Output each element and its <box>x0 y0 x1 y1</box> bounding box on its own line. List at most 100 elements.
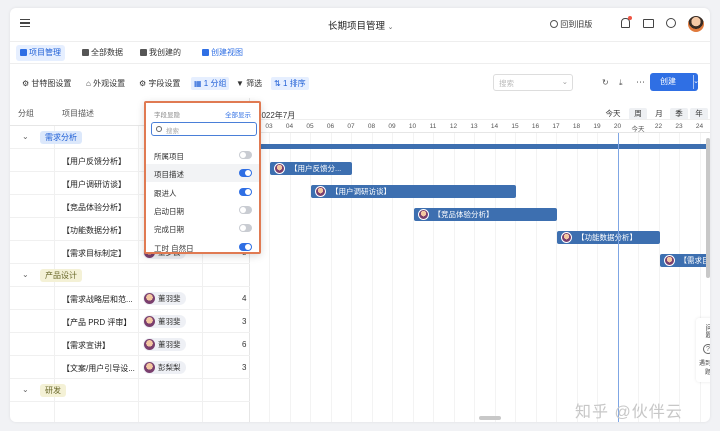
gantt-bar[interactable]: 【用户反馈分... <box>270 162 352 175</box>
group-summary-bar[interactable] <box>251 144 710 149</box>
gantt-day-label: 12 <box>449 123 458 130</box>
gantt-day-label: 18 <box>572 123 581 130</box>
assignee-chip[interactable]: 董羽斐 <box>143 292 186 305</box>
question-icon[interactable]: ? <box>703 344 710 354</box>
clock-icon <box>550 20 558 28</box>
row-hours: 6 <box>242 340 247 349</box>
field-row[interactable]: 项目描述 <box>146 164 259 183</box>
create-view-button[interactable]: 创建视图 <box>198 45 247 61</box>
avatar <box>144 339 155 350</box>
chevron-down-icon: ⌄ <box>561 77 568 86</box>
gantt-bar[interactable]: 【功能数据分析】 <box>557 231 660 244</box>
field-search-placeholder: 搜索 <box>166 128 179 135</box>
group-header[interactable]: ⌄ 研发 <box>10 379 250 402</box>
gantt-bar[interactable]: 【用户调研访谈】 <box>311 185 516 198</box>
tab-project-management[interactable]: 项目管理 <box>16 45 65 61</box>
field-label: 工时 自然日 <box>154 243 194 253</box>
view-tabs: 项目管理 全部数据 我创建的 创建视图 <box>10 42 710 64</box>
tab-my-created[interactable]: 我创建的 <box>136 45 185 61</box>
tab-label: 创建视图 <box>211 48 243 57</box>
help-label[interactable]: 遇到问题 <box>698 358 710 376</box>
vertical-scrollbar[interactable] <box>706 138 710 278</box>
grid-icon <box>140 49 147 56</box>
bar-label: 【用户反馈分... <box>290 164 342 173</box>
label: 筛选 <box>246 79 263 88</box>
refresh-icon[interactable]: ↻ <box>602 78 609 87</box>
gantt-grid-line <box>412 133 414 422</box>
palette-icon: ⌂ <box>86 79 91 88</box>
gantt-bar[interactable]: 【竞品体验分析】 <box>413 208 557 221</box>
row-hours: 3 <box>242 317 247 326</box>
sort-button[interactable]: ⇅ 1 排序 <box>271 77 309 90</box>
chevron-down-icon[interactable]: ⌄ <box>22 270 29 279</box>
search-input[interactable]: 搜索 ⌄ <box>493 74 573 91</box>
user-avatar[interactable] <box>688 16 704 32</box>
group-button[interactable]: ▦ 1 分组 <box>191 77 230 90</box>
row-name: 【需求目标制定】 <box>62 249 126 258</box>
assignee-name: 董羽斐 <box>158 294 181 303</box>
table-row[interactable]: 【产品 PRD 评审】 董羽斐 3 <box>10 310 250 333</box>
table-row[interactable]: 【需求宣讲】 董羽斐 6 <box>10 333 250 356</box>
feedback-button[interactable]: 问题 <box>703 324 710 338</box>
field-row[interactable]: 跟进人 <box>146 183 259 201</box>
show-all-button[interactable]: 全部显示 <box>225 109 251 119</box>
assignee-chip[interactable]: 董羽斐 <box>143 338 186 351</box>
field-row[interactable]: 所属项目 <box>146 146 259 164</box>
assignee-chip[interactable]: 彭梨梨 <box>143 361 186 374</box>
visibility-toggle[interactable] <box>239 205 252 214</box>
field-search-input[interactable]: 搜索 <box>151 122 257 136</box>
visibility-toggle[interactable] <box>239 242 252 251</box>
field-settings-button[interactable]: ⚙ 字段设置 <box>139 78 180 89</box>
filter-button[interactable]: ▼ 筛选 <box>236 78 262 89</box>
tab-label: 我创建的 <box>149 48 181 57</box>
menu-icon[interactable] <box>20 19 30 28</box>
field-row[interactable]: 工时 自然日 <box>146 238 259 256</box>
tab-label: 全部数据 <box>91 48 123 57</box>
watermark-text: 知乎 @伙伴云 <box>575 404 683 421</box>
group-tag: 研发 <box>40 384 66 397</box>
compass-icon[interactable] <box>666 18 676 28</box>
table-row[interactable]: 【文案/用户引导设... 彭梨梨 3 <box>10 356 250 379</box>
gantt-day-label: 22 <box>654 123 663 130</box>
table-row[interactable]: 【需求战略层和范... 董羽斐 4 <box>10 287 250 310</box>
side-help-panel: 问题 ? 遇到问题 <box>696 318 710 382</box>
create-button[interactable]: 创建 ⌄ <box>650 73 699 91</box>
gantt-day-label: 20 <box>613 123 622 130</box>
inbox-icon[interactable] <box>643 19 654 28</box>
visibility-toggle[interactable] <box>239 151 252 159</box>
label: 1 排序 <box>282 79 306 88</box>
app-window: 长期项目管理 ⌄ 回到旧版 项目管理 全部数据 我创建的 创建视图 ⚙ 甘特图设… <box>10 8 710 422</box>
row-name: 【功能数据分析】 <box>62 226 126 235</box>
appearance-settings-button[interactable]: ⌂ 外观设置 <box>86 78 125 89</box>
visibility-toggle[interactable] <box>239 169 252 178</box>
back-to-old-button[interactable]: 回到旧版 <box>550 19 592 30</box>
gantt-grid-line <box>494 133 496 422</box>
chevron-down-icon[interactable]: ⌄ <box>22 385 29 394</box>
more-icon[interactable]: ⋯ <box>636 77 645 88</box>
tab-all-data[interactable]: 全部数据 <box>78 45 127 61</box>
gantt-settings-button[interactable]: ⚙ 甘特图设置 <box>22 78 71 89</box>
tab-label: 项目管理 <box>29 48 61 57</box>
visibility-toggle[interactable] <box>239 187 252 196</box>
field-label: 所属项目 <box>154 152 184 161</box>
chevron-down-icon[interactable]: ⌄ <box>22 132 29 141</box>
group-header[interactable]: ⌄ 产品设计 <box>10 264 250 287</box>
field-row[interactable]: 完成日期 <box>146 219 259 237</box>
download-icon[interactable]: ⤓ <box>619 78 623 88</box>
gantt-day-label: 24 <box>695 123 704 130</box>
page-title[interactable]: 长期项目管理 ⌄ <box>328 18 394 32</box>
avatar <box>274 163 285 174</box>
assignee-chip[interactable]: 董羽斐 <box>143 315 186 328</box>
gantt-day-label: 16 <box>531 123 540 130</box>
gantt-day-header: 03 04 05 06 07 08 09 10 11 12 13 14 15 16 17 18 19 20 今天 22… <box>251 119 710 133</box>
col-header-group[interactable]: 分组 <box>18 108 34 119</box>
col-header-desc[interactable]: 项目描述 <box>62 108 94 119</box>
gantt-day-label: 13 <box>470 123 478 130</box>
gantt-bar[interactable]: 【需求目标 <box>659 254 710 267</box>
row-name: 【竞品体验分析】 <box>62 203 126 212</box>
visibility-toggle[interactable] <box>239 224 252 233</box>
horizontal-scrollbar[interactable] <box>479 416 501 420</box>
gantt-grid-line <box>453 133 455 422</box>
row-name: 【用户调研访谈】 <box>62 180 126 189</box>
field-row[interactable]: 启动日期 <box>146 201 259 219</box>
